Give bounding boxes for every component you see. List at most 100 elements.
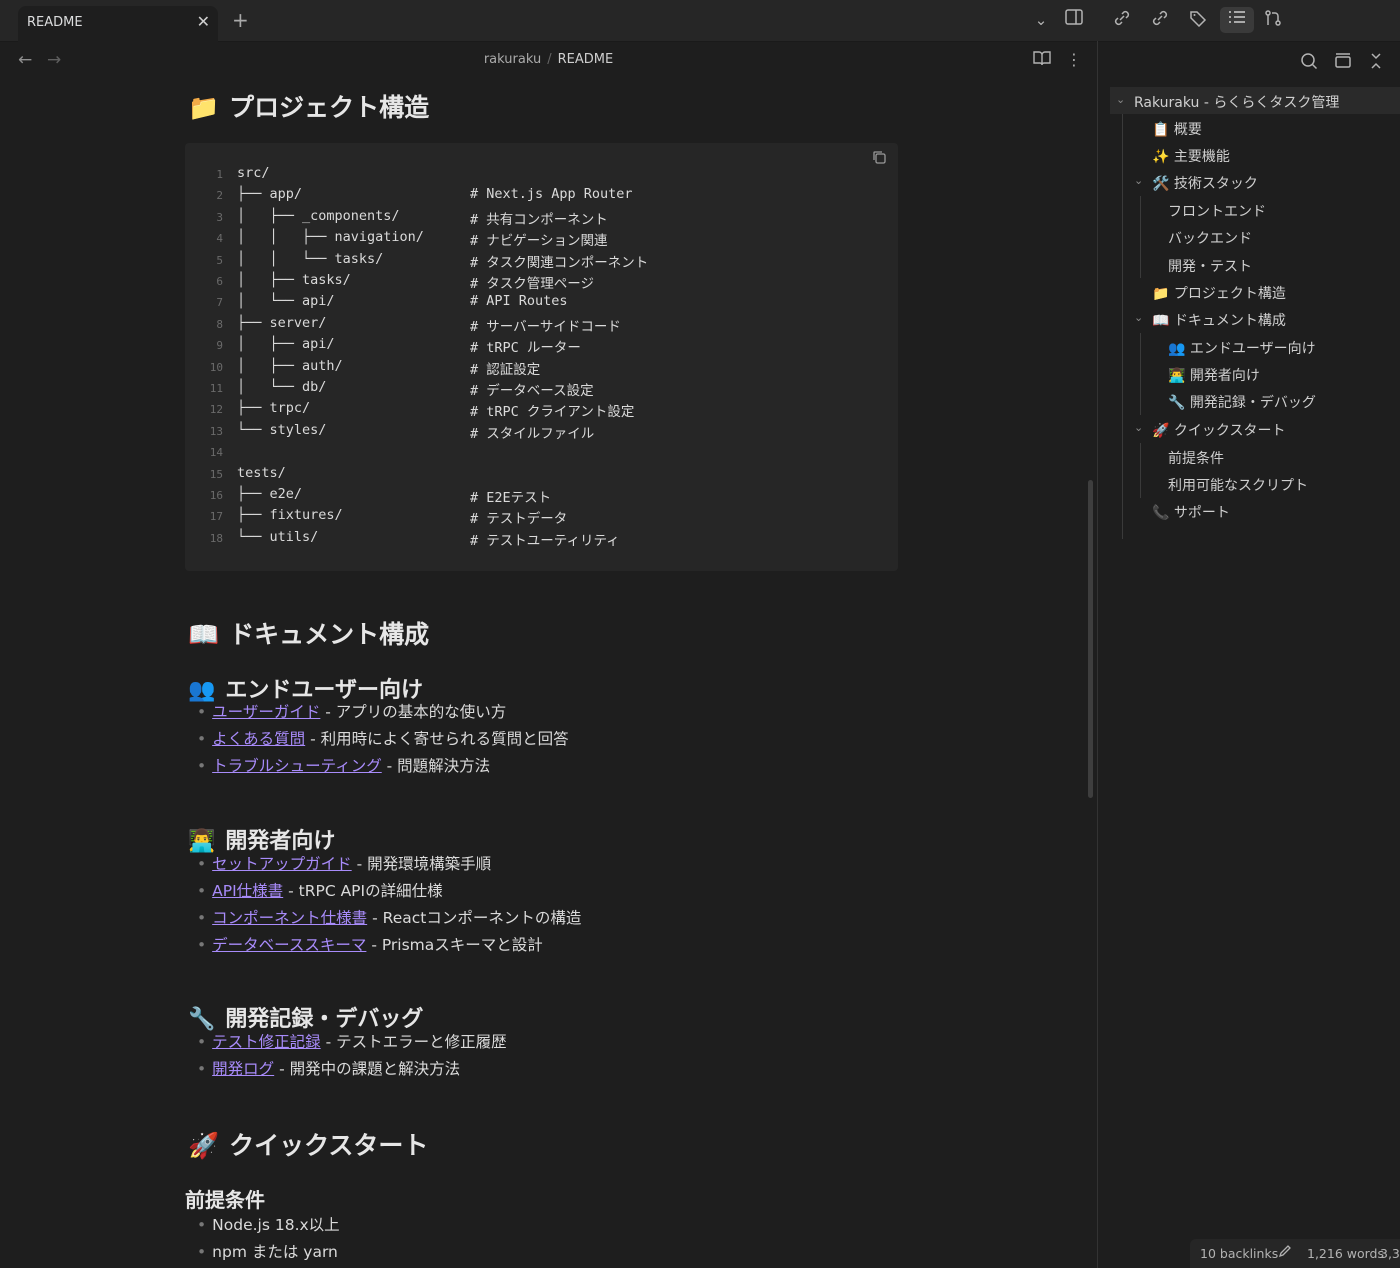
indent-guide — [1140, 333, 1141, 415]
bullet: • — [197, 1243, 207, 1261]
outgoing-links-icon[interactable] — [1149, 9, 1171, 31]
developer-link-list: • セットアップガイド - 開発環境構築手順 • API仕様書 - tRPC APIの… — [197, 852, 581, 960]
heading-prereq: 前提条件 — [185, 1188, 265, 1212]
code-text: │ └── api/ — [237, 293, 335, 310]
chevron-down-icon[interactable]: ⌄ — [1134, 174, 1143, 187]
collapse-all-icon[interactable] — [1334, 52, 1352, 74]
line-number: 16 — [209, 489, 223, 502]
doc-link[interactable]: よくある質問 — [212, 730, 305, 748]
doc-link[interactable]: データベーススキーマ — [212, 936, 366, 954]
link-description: - tRPC APIの詳細仕様 — [283, 882, 443, 900]
outline-item-label: 👥 エンドユーザー向け — [1168, 341, 1316, 357]
rocket-icon: 🚀 — [188, 1131, 220, 1160]
search-icon[interactable] — [1300, 52, 1318, 74]
code-block: 1 src/2 ├── app/ # Next.js App Router 3 │ ├──… — [185, 143, 898, 571]
chevron-down-icon[interactable]: ⌄ — [1030, 9, 1052, 31]
list-item: • Node.js 18.x以上 — [197, 1213, 340, 1240]
breadcrumb-folder[interactable]: rakuraku — [484, 52, 541, 67]
code-comment: # API Routes — [470, 293, 568, 310]
code-comment: # 共有コンポーネント — [470, 211, 608, 228]
git-icon[interactable] — [1262, 9, 1284, 31]
line-number: 13 — [209, 424, 223, 438]
outline-item-label: 📞 サポート — [1152, 505, 1230, 521]
breadcrumb: rakuraku / README — [0, 52, 1097, 67]
code-comment: # tRPC ルーター — [470, 340, 581, 357]
code-comment: # タスク関連コンポーネント — [470, 254, 649, 271]
bullet: • — [197, 1033, 207, 1051]
link-description: - 利用時によく寄せられる質問と回答 — [305, 730, 569, 748]
scrollbar[interactable] — [1088, 480, 1093, 798]
copy-icon[interactable] — [872, 150, 886, 168]
code-text: ├── trpc/ — [237, 400, 311, 417]
code-text: tests/ — [237, 464, 286, 481]
bullet: • — [197, 936, 207, 954]
list-item: • テスト修正記録 - テストエラーと修正履歴 — [197, 1030, 507, 1057]
outline-item-label: ✨ 主要機能 — [1152, 149, 1230, 165]
folder-icon: 📁 — [188, 93, 220, 122]
close-panel-icon[interactable] — [1368, 52, 1384, 74]
tab-bar: README ✕ + ⌄ — [0, 0, 1400, 42]
doc-link[interactable]: セットアップガイド — [212, 855, 352, 873]
code-text: │ ├── tasks/ — [237, 272, 351, 288]
line-number: 11 — [209, 382, 223, 395]
line-number: 8 — [216, 317, 223, 331]
backlinks-icon[interactable] — [1111, 9, 1133, 31]
chevron-down-icon[interactable]: ⌄ — [1134, 311, 1143, 324]
doc-link[interactable]: 開発ログ — [212, 1060, 274, 1078]
doc-link[interactable]: API仕様書 — [212, 882, 283, 900]
backlinks-count[interactable]: 10 backlinks — [1200, 1246, 1278, 1261]
developer-icon: 👨‍💻 — [188, 829, 216, 854]
link-description: - テストエラーと修正履歴 — [320, 1033, 507, 1051]
code-text: ├── fixtures/ — [237, 507, 343, 524]
code-text: └── utils/ — [237, 528, 319, 545]
outline-item-label: 📋 概要 — [1152, 122, 1202, 138]
doc-link[interactable]: ユーザーガイド — [212, 703, 320, 721]
code-text: ├── server/ — [237, 314, 327, 331]
code-comment: # タスク管理ページ — [470, 276, 594, 292]
chevron-down-icon[interactable]: ⌄ — [1134, 421, 1143, 434]
outline-item-label: 前提条件 — [1168, 451, 1224, 467]
code-comment: # tRPC クライアント設定 — [470, 404, 635, 421]
link-description: - 開発環境構築手順 — [351, 855, 492, 873]
code-text: │ │ └── tasks/ — [237, 250, 384, 267]
code-text: │ └── db/ — [237, 379, 327, 395]
bullet: • — [197, 855, 207, 873]
doc-link[interactable]: コンポーネント仕様書 — [212, 909, 367, 927]
bullet: • — [197, 703, 207, 721]
link-description: - 問題解決方法 — [381, 757, 491, 775]
bullet: • — [197, 1060, 207, 1078]
reading-view-icon[interactable] — [1033, 50, 1051, 70]
line-number: 15 — [209, 467, 223, 481]
code-comment: # ナビゲーション関連 — [470, 233, 608, 250]
doc-link[interactable]: トラブルシューティング — [212, 757, 382, 775]
breadcrumb-file[interactable]: README — [558, 52, 614, 67]
code-comment: # E2Eテスト — [470, 490, 552, 506]
bullet: • — [197, 1216, 207, 1234]
code-text: │ ├── api/ — [237, 336, 335, 353]
indent-guide — [1140, 196, 1141, 278]
chevron-down-icon[interactable]: ⌄ — [1116, 93, 1125, 106]
edit-icon[interactable] — [1278, 1244, 1292, 1261]
tab-readme[interactable]: README ✕ — [18, 6, 218, 42]
indent-guide — [1122, 114, 1123, 539]
close-icon[interactable]: ✕ — [197, 12, 210, 31]
outline-root[interactable]: ⌄ Rakuraku - らくらくタスク管理 — [1110, 87, 1400, 114]
line-number: 6 — [216, 275, 223, 288]
list-item: • データベーススキーマ - Prismaスキーマと設計 — [197, 933, 581, 960]
line-number: 10 — [209, 360, 223, 374]
indent-guide — [1140, 443, 1141, 498]
outline-item-label: 📁 プロジェクト構造 — [1152, 286, 1286, 302]
link-description: - 開発中の課題と解決方法 — [274, 1060, 461, 1078]
prereq-text: Node.js 18.x以上 — [212, 1216, 340, 1234]
list-item: • コンポーネント仕様書 - Reactコンポーネントの構造 — [197, 906, 581, 933]
more-options-icon[interactable]: ⋮ — [1066, 50, 1082, 69]
bullet: • — [197, 730, 207, 748]
tag-icon[interactable] — [1187, 9, 1209, 31]
sidebar-toggle-icon[interactable] — [1063, 9, 1085, 31]
outline-icon[interactable] — [1220, 7, 1254, 33]
list-item: • npm または yarn — [197, 1240, 340, 1267]
end-user-link-list: • ユーザーガイド - アプリの基本的な使い方 • よくある質問 - 利用時によく寄せ… — [197, 700, 569, 781]
new-tab-icon[interactable]: + — [232, 8, 249, 32]
doc-link[interactable]: テスト修正記録 — [212, 1033, 321, 1051]
heading-developer: 👨‍💻 開発者向け — [188, 829, 336, 854]
